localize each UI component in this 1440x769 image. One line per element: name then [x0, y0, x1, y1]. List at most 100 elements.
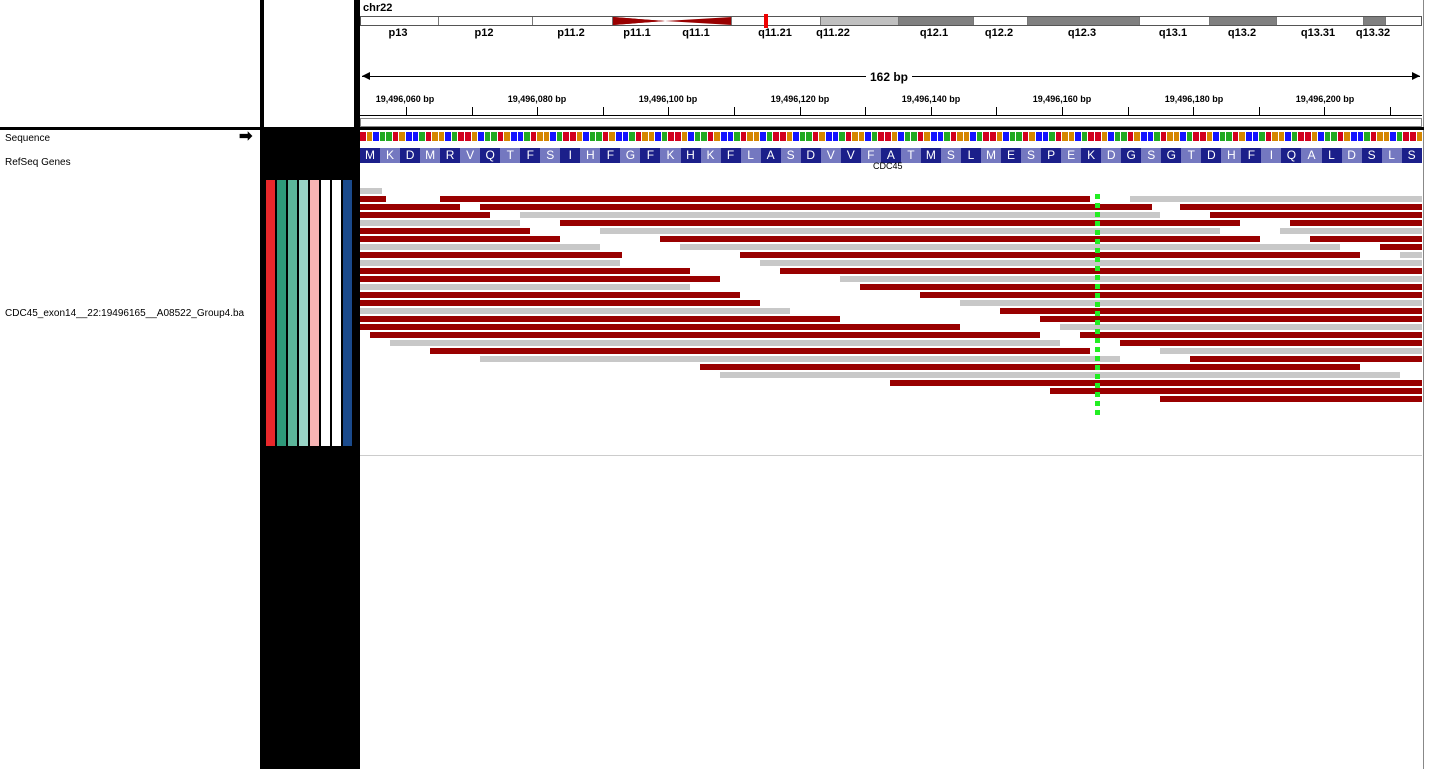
read[interactable] — [700, 364, 1360, 370]
read[interactable] — [430, 348, 1090, 354]
attribute-swatch — [321, 180, 330, 446]
refseq-track-name[interactable]: RefSeq Genes — [5, 157, 71, 168]
read[interactable] — [1290, 220, 1422, 226]
amino-acid: T — [500, 148, 521, 163]
read[interactable] — [360, 260, 620, 266]
read[interactable] — [1120, 340, 1422, 346]
read[interactable] — [1080, 332, 1422, 338]
gene-name-label[interactable]: CDC45 — [873, 161, 903, 171]
read[interactable] — [360, 276, 720, 282]
read[interactable] — [390, 340, 1060, 346]
read[interactable] — [1310, 236, 1422, 242]
read[interactable] — [1210, 212, 1422, 218]
read[interactable] — [360, 204, 460, 210]
read[interactable] — [660, 236, 1260, 242]
read[interactable] — [360, 188, 382, 194]
tick-mark — [1324, 107, 1325, 115]
track-name-panel: Sequence RefSeq Genes CDC45_exon14__22:1… — [0, 0, 260, 769]
read[interactable] — [1060, 324, 1422, 330]
attribute-swatch — [310, 180, 319, 446]
tick-label: 19,496,160 bp — [1032, 94, 1092, 104]
attribute-swatch — [299, 180, 308, 446]
read[interactable] — [1000, 308, 1422, 314]
tick-mark — [996, 107, 997, 115]
read[interactable] — [560, 220, 1240, 226]
amino-acid: F — [600, 148, 621, 163]
tick-label: 19,496,080 bp — [507, 94, 567, 104]
read[interactable] — [680, 244, 1340, 250]
tick-mark — [537, 107, 538, 115]
read[interactable] — [360, 220, 520, 226]
amino-acid: F — [1241, 148, 1262, 163]
attribute-swatch — [332, 180, 341, 446]
read[interactable] — [1160, 396, 1422, 402]
read[interactable] — [1130, 196, 1422, 202]
read[interactable] — [840, 276, 1422, 282]
read[interactable] — [960, 300, 1422, 306]
tick-label: 19,496,100 bp — [638, 94, 698, 104]
read[interactable] — [480, 356, 1120, 362]
read[interactable] — [360, 324, 960, 330]
amino-acid: V — [840, 148, 861, 163]
read[interactable] — [890, 380, 1422, 386]
chromosome-label[interactable]: chr22 — [363, 2, 392, 14]
read[interactable] — [1190, 356, 1422, 362]
read[interactable] — [360, 268, 690, 274]
attribute-column-1[interactable] — [266, 130, 275, 769]
attribute-column-6[interactable] — [321, 130, 330, 769]
alignment-track[interactable] — [360, 180, 1422, 456]
attribute-column-8[interactable] — [343, 130, 352, 769]
read[interactable] — [520, 212, 1160, 218]
attribute-column-3[interactable] — [288, 130, 297, 769]
amino-acid: Q — [480, 148, 501, 163]
read[interactable] — [740, 252, 1360, 258]
chromosome-ideogram[interactable] — [360, 14, 1422, 28]
read[interactable] — [860, 284, 1422, 290]
read[interactable] — [360, 308, 790, 314]
read[interactable] — [360, 316, 840, 322]
read[interactable] — [1280, 228, 1422, 234]
tick-mark — [1390, 107, 1391, 115]
tick-mark — [734, 107, 735, 115]
tick-mark — [1193, 107, 1194, 115]
read[interactable] — [360, 300, 760, 306]
mismatch-base — [1095, 329, 1100, 334]
read[interactable] — [1400, 252, 1422, 258]
read[interactable] — [780, 268, 1422, 274]
attribute-column-2[interactable] — [277, 130, 286, 769]
read[interactable] — [600, 228, 1220, 234]
tick-mark — [1259, 107, 1260, 115]
read[interactable] — [1380, 244, 1422, 250]
attribute-column-7[interactable] — [332, 130, 341, 769]
read[interactable] — [360, 284, 690, 290]
read[interactable] — [360, 236, 560, 242]
read[interactable] — [720, 372, 1400, 378]
read[interactable] — [480, 204, 1152, 210]
read[interactable] — [1180, 204, 1422, 210]
sequence-track-name[interactable]: Sequence — [5, 133, 50, 144]
alignment-track-name[interactable]: CDC45_exon14__22:19496165__A08522_Group4… — [5, 308, 244, 319]
right-arrow-icon — [1412, 72, 1420, 80]
read[interactable] — [360, 244, 600, 250]
amino-acid: V — [460, 148, 481, 163]
amino-acid: A — [760, 148, 781, 163]
read[interactable] — [760, 260, 1422, 266]
read[interactable] — [360, 228, 530, 234]
mismatch-base — [1095, 302, 1100, 307]
read[interactable] — [360, 292, 740, 298]
attribute-column-5[interactable] — [310, 130, 319, 769]
attribute-column-4[interactable] — [299, 130, 308, 769]
read[interactable] — [1050, 388, 1422, 394]
read[interactable] — [1160, 348, 1422, 354]
read[interactable] — [440, 196, 1090, 202]
sequence-track[interactable] — [360, 132, 1424, 141]
amino-acid: E — [1061, 148, 1082, 163]
band-label: p11.1 — [623, 27, 651, 39]
read[interactable] — [360, 212, 490, 218]
mismatch-base — [1095, 275, 1100, 280]
strand-arrow-icon[interactable]: ➡ — [239, 129, 252, 145]
read[interactable] — [920, 292, 1422, 298]
read[interactable] — [360, 196, 386, 202]
read[interactable] — [360, 252, 622, 258]
read[interactable] — [370, 332, 1040, 338]
